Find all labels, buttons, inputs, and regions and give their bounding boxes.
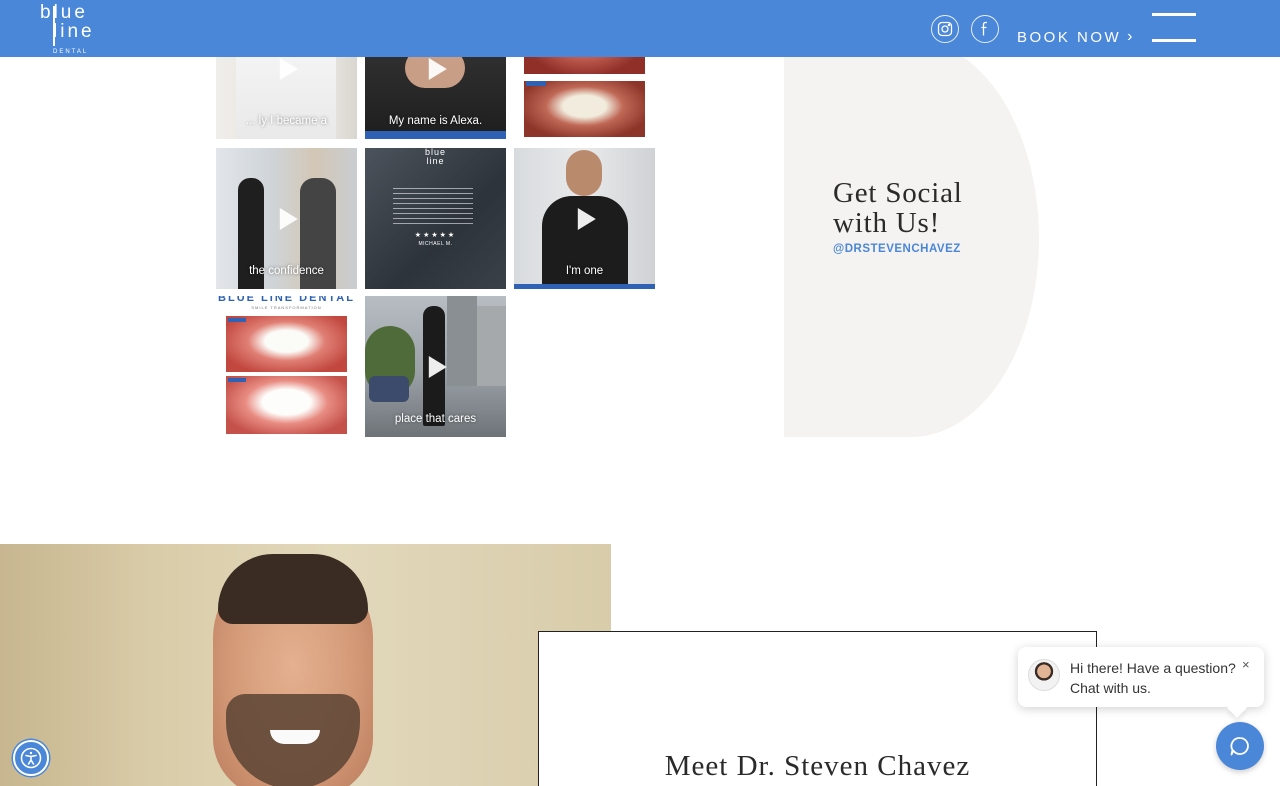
post-logo: blue line bbox=[424, 148, 446, 166]
instagram-post-4[interactable]: the confidence bbox=[216, 148, 357, 289]
post-image-band bbox=[365, 131, 506, 139]
post-image-building bbox=[447, 296, 477, 386]
before-smile-image bbox=[226, 316, 347, 372]
reviewer-name: MICHAEL M. bbox=[418, 241, 453, 247]
menu-line-top bbox=[1152, 13, 1196, 16]
play-icon bbox=[279, 57, 298, 80]
post-caption: My name is Alexa. bbox=[388, 115, 483, 127]
review-stars: ★★★★★ MICHAEL M. bbox=[365, 231, 506, 247]
heading-line-2: with Us! bbox=[833, 207, 941, 239]
blue-line-dental-logo[interactable]: blue line DENTAL bbox=[40, 2, 92, 56]
post-image-band bbox=[514, 284, 655, 289]
chevron-right-icon: › bbox=[1127, 28, 1133, 45]
instagram-post-5[interactable]: blue line ★★★★★ MICHAEL M. bbox=[365, 148, 506, 289]
heading-line-1: Get Social bbox=[833, 177, 963, 209]
instagram-handle-link[interactable]: @DRSTEVENCHAVEZ bbox=[833, 243, 961, 255]
star-rating: ★★★★★ bbox=[414, 232, 457, 239]
doctor-smile bbox=[270, 730, 320, 744]
hamburger-menu-icon[interactable] bbox=[1152, 13, 1196, 43]
chat-agent-avatar bbox=[1028, 659, 1060, 691]
post-caption: the confidence bbox=[249, 265, 324, 277]
post-caption: place that cares bbox=[394, 413, 477, 425]
menu-line-bottom bbox=[1152, 39, 1196, 42]
review-text-lines bbox=[393, 188, 473, 228]
post-caption: ... ly I became a bbox=[245, 115, 328, 127]
logo-text-dental: DENTAL bbox=[53, 49, 89, 55]
chat-line-2: Chat with us. bbox=[1070, 680, 1151, 696]
chat-line-1: Hi there! Have a question? bbox=[1070, 660, 1236, 676]
post-subtitle: SMILE TRANSFORMATION bbox=[251, 305, 322, 310]
post-image-person-head bbox=[566, 150, 602, 196]
meet-doctor-card: Meet Dr. Steven Chavez bbox=[538, 631, 1097, 786]
get-social-heading: Get Social with Us! bbox=[833, 178, 963, 238]
book-now-button[interactable]: BOOK NOW › bbox=[1017, 28, 1133, 46]
instagram-icon[interactable] bbox=[931, 15, 959, 43]
after-tag bbox=[228, 378, 246, 382]
after-tag bbox=[526, 81, 546, 86]
close-icon[interactable]: × bbox=[1242, 657, 1250, 672]
post-brand: BLUE LINE DENTAL bbox=[218, 296, 355, 304]
chat-prompt-bubble[interactable]: Hi there! Have a question? Chat with us. bbox=[1018, 647, 1264, 707]
site-header: blue line DENTAL BOOK NOW › bbox=[0, 0, 1280, 57]
play-icon bbox=[428, 57, 447, 80]
doctor-hair bbox=[218, 554, 368, 624]
after-smile-image bbox=[524, 81, 645, 137]
play-icon bbox=[279, 207, 298, 230]
chat-launcher-icon[interactable] bbox=[1216, 722, 1264, 770]
post-image-car bbox=[369, 376, 409, 402]
after-smile-image bbox=[226, 376, 347, 434]
instagram-post-6[interactable]: I'm one bbox=[514, 148, 655, 289]
post-caption: I'm one bbox=[565, 265, 604, 277]
chat-prompt-text: Hi there! Have a question? Chat with us. bbox=[1070, 658, 1238, 698]
before-tag bbox=[228, 318, 246, 322]
meet-doctor-heading: Meet Dr. Steven Chavez bbox=[664, 750, 971, 782]
facebook-icon[interactable] bbox=[971, 15, 999, 43]
instagram-post-7[interactable]: BLUE LINE DENTAL SMILE TRANSFORMATION bbox=[216, 296, 357, 437]
accessibility-icon[interactable] bbox=[13, 740, 49, 776]
doctor-photo bbox=[0, 544, 611, 786]
play-icon bbox=[577, 207, 596, 230]
book-now-label: BOOK NOW bbox=[1017, 28, 1122, 46]
logo-text-blue: blue bbox=[40, 2, 88, 23]
logo-text-line: line bbox=[53, 21, 95, 42]
instagram-post-8[interactable]: place that cares bbox=[365, 296, 506, 437]
play-icon bbox=[428, 355, 447, 378]
post-image-building bbox=[477, 306, 506, 386]
